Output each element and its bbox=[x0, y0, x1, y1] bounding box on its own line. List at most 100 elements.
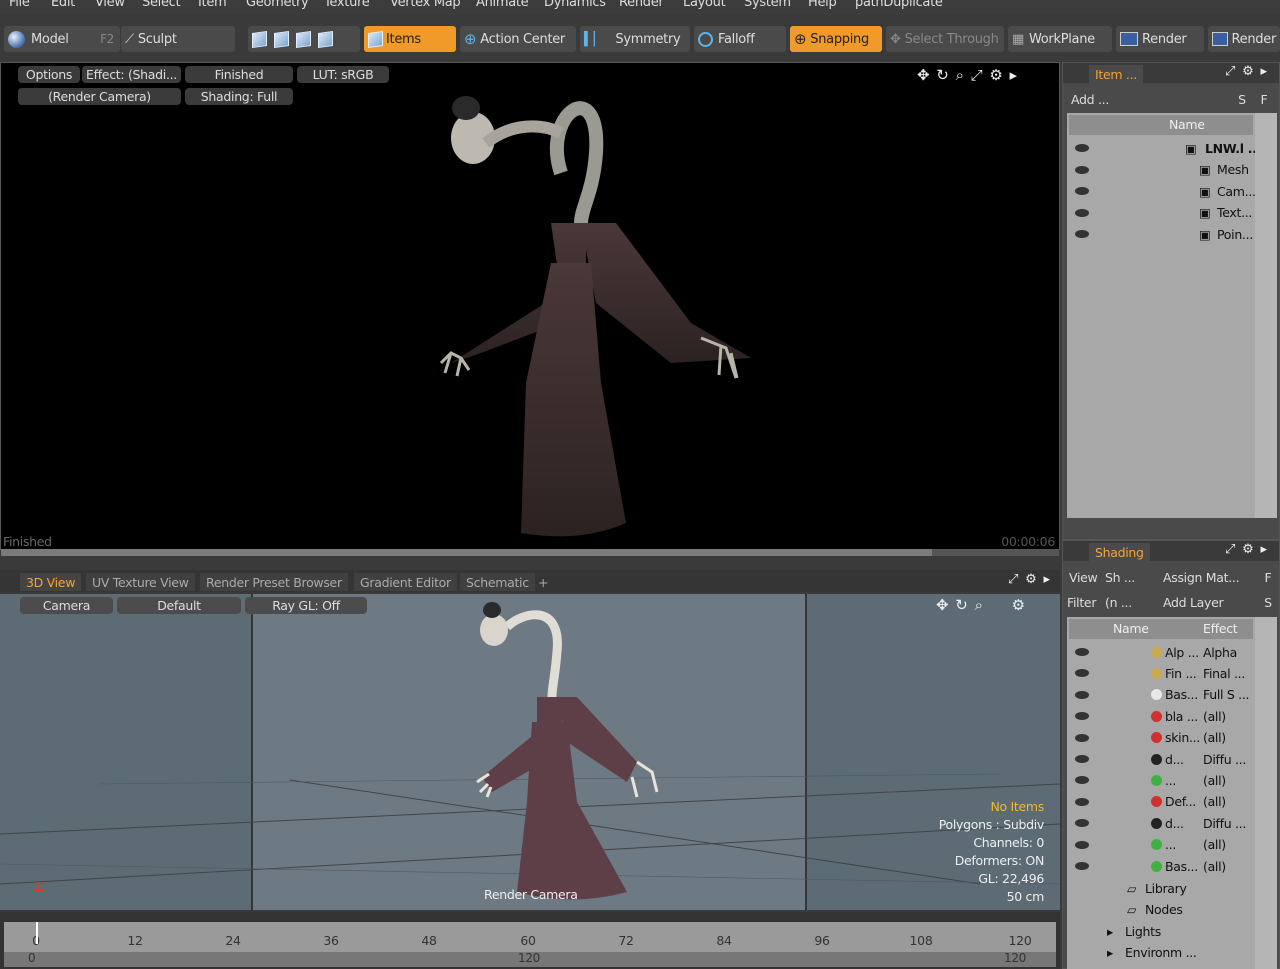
menu-system[interactable]: System bbox=[744, 0, 791, 10]
maximize-icon[interactable]: ⤢ bbox=[971, 66, 983, 84]
item-s-button[interactable]: S bbox=[1233, 89, 1251, 109]
visibility-eye-icon[interactable] bbox=[1075, 648, 1089, 656]
menu-view[interactable]: View bbox=[95, 0, 125, 10]
filter-dropdown[interactable]: (n ... bbox=[1101, 592, 1155, 612]
item-list[interactable]: Name ▣ LNW.l ... ▣ Mesh ▣ Cam... ▣ Text... ▣ Poin… bbox=[1067, 113, 1257, 518]
item-scrollbar[interactable] bbox=[1255, 113, 1277, 518]
menu-animate[interactable]: Animate bbox=[476, 0, 529, 10]
snapping-button[interactable]: ⊕ Snapping bbox=[790, 26, 882, 52]
visibility-eye-icon[interactable] bbox=[1075, 819, 1089, 828]
shader-row[interactable]: d... Diffu ... bbox=[1067, 812, 1255, 834]
render-button[interactable]: Render bbox=[1116, 26, 1204, 52]
raygl-dropdown[interactable]: Ray GL: Off bbox=[245, 597, 367, 614]
add-item-dropdown[interactable]: Add ... bbox=[1067, 89, 1145, 109]
shader-row[interactable]: d... Diffu ... bbox=[1067, 748, 1255, 770]
shading-folder[interactable]: ▸ Environm ... bbox=[1067, 942, 1255, 964]
falloff-button[interactable]: Falloff bbox=[694, 26, 786, 52]
item-panel-tab[interactable]: Item ... bbox=[1089, 65, 1143, 83]
item-gear-icon[interactable]: ⚙ bbox=[1242, 64, 1254, 79]
visibility-eye-icon[interactable] bbox=[1075, 208, 1089, 217]
play-icon[interactable]: ▸ bbox=[1010, 66, 1018, 84]
model-button[interactable]: Model F2 bbox=[4, 26, 120, 52]
menu-file[interactable]: File bbox=[9, 0, 30, 10]
shader-row[interactable]: skin... (all) bbox=[1067, 727, 1255, 749]
gear-icon[interactable]: ⚙ bbox=[989, 66, 1002, 84]
item-row[interactable]: ▣ Cam... bbox=[1067, 180, 1256, 202]
menu-vertex-map[interactable]: Vertex Map bbox=[390, 0, 461, 10]
render-window-button[interactable]: Render bbox=[1208, 26, 1280, 52]
menu-render[interactable]: Render bbox=[619, 0, 664, 10]
shader-row[interactable]: Def... (all) bbox=[1067, 791, 1255, 813]
visibility-eye-icon[interactable] bbox=[1075, 230, 1089, 238]
view-dropdown[interactable]: Sh ... bbox=[1101, 567, 1155, 587]
3d-gear-icon[interactable]: ⚙ bbox=[1012, 596, 1025, 614]
visibility-eye-icon[interactable] bbox=[1075, 733, 1089, 742]
item-row[interactable]: ▣ Mesh bbox=[1067, 159, 1255, 181]
menu-pathduplicate[interactable]: pathDuplicate bbox=[855, 0, 943, 10]
shading-expand-icon[interactable]: ⤢ bbox=[1225, 542, 1235, 557]
tab-gradient-editor[interactable]: Gradient Editor bbox=[354, 573, 457, 591]
shading-folder[interactable]: ▸ Lights bbox=[1067, 920, 1255, 942]
shading-f-button[interactable]: F bbox=[1259, 567, 1277, 587]
symmetry-button[interactable]: ▍▏ Symmetry bbox=[580, 26, 690, 52]
shading-list[interactable]: Name Effect Alp ... Alpha Fin ... Final ...… bbox=[1067, 617, 1255, 969]
menu-help[interactable]: Help bbox=[808, 0, 837, 10]
item-row[interactable]: ▣ Poin... bbox=[1067, 223, 1255, 245]
shader-row[interactable]: ... (all) bbox=[1067, 834, 1255, 856]
vertices-mode-icon[interactable] bbox=[252, 30, 267, 48]
visibility-eye-icon[interactable] bbox=[1075, 187, 1089, 195]
menu-item[interactable]: Item bbox=[198, 0, 227, 10]
camera-dropdown[interactable]: Camera bbox=[20, 597, 113, 614]
add-tab-button[interactable]: + bbox=[532, 573, 554, 591]
shader-row[interactable]: Bas... Full S ... bbox=[1067, 684, 1255, 706]
shading-scrollbar[interactable] bbox=[1255, 617, 1277, 969]
visibility-eye-icon[interactable] bbox=[1075, 776, 1089, 785]
tab-3d-view[interactable]: 3D View bbox=[20, 573, 82, 591]
render-options-button[interactable]: Options bbox=[18, 66, 80, 83]
add-layer-dropdown[interactable]: Add Layer bbox=[1159, 592, 1255, 612]
render-camera-dropdown[interactable]: (Render Camera) bbox=[18, 88, 181, 105]
rotate-icon[interactable]: ↻ bbox=[936, 66, 949, 84]
item-row[interactable]: ▣ Text... bbox=[1067, 202, 1255, 224]
pan-icon[interactable]: ✥ bbox=[917, 66, 930, 84]
tab-schematic[interactable]: Schematic bbox=[460, 573, 535, 591]
render-viewport[interactable]: Options Effect: (Shadi... Finished LUT: … bbox=[0, 62, 1060, 556]
range-bar[interactable]: 0 120 120 bbox=[4, 951, 1056, 967]
visibility-eye-icon[interactable] bbox=[1075, 755, 1089, 763]
item-arrow-icon[interactable]: ▸ bbox=[1260, 64, 1267, 79]
items-mode-button[interactable]: Items bbox=[364, 26, 456, 52]
tab-render-preset-browser[interactable]: Render Preset Browser bbox=[200, 573, 348, 591]
playhead[interactable] bbox=[36, 922, 38, 944]
item-expand-icon[interactable]: ⤢ bbox=[1225, 64, 1235, 79]
assign-material-button[interactable]: Assign Mat... bbox=[1159, 567, 1255, 587]
3d-viewport[interactable]: Camera Default Ray GL: Off ✥ ↻ ⌕ ⚙ No It… bbox=[0, 594, 1060, 910]
shading-folder[interactable]: ▱ Library bbox=[1067, 877, 1255, 899]
lut-dropdown[interactable]: LUT: sRGB bbox=[297, 66, 389, 83]
shading-panel-tab[interactable]: Shading bbox=[1089, 543, 1150, 561]
select-through-button[interactable]: ✥ Select Through bbox=[886, 26, 1004, 52]
menu-layout[interactable]: Layout bbox=[683, 0, 726, 10]
shading-folder[interactable]: ▱ Nodes bbox=[1067, 899, 1255, 921]
materials-mode-icon[interactable] bbox=[318, 30, 333, 48]
tab-arrow-icon[interactable]: ▸ bbox=[1043, 572, 1050, 587]
timeline[interactable]: 0 12 24 36 48 60 72 84 96 108 120 0 120 … bbox=[0, 912, 1060, 969]
shading-arrow-icon[interactable]: ▸ bbox=[1260, 542, 1267, 557]
polygons-mode-icon[interactable] bbox=[296, 30, 311, 48]
visibility-eye-icon[interactable] bbox=[1075, 144, 1089, 152]
visibility-eye-icon[interactable] bbox=[1075, 669, 1089, 678]
menu-dynamics[interactable]: Dynamics bbox=[544, 0, 606, 10]
zoom-icon[interactable]: ⌕ bbox=[956, 66, 964, 84]
visibility-eye-icon[interactable] bbox=[1075, 690, 1089, 699]
shading-s-button[interactable]: S bbox=[1259, 592, 1277, 612]
item-row[interactable]: ▣ LNW.l ... bbox=[1067, 137, 1257, 159]
shader-row[interactable]: bla ... (all) bbox=[1067, 705, 1255, 727]
visibility-eye-icon[interactable] bbox=[1075, 797, 1089, 806]
visibility-eye-icon[interactable] bbox=[1075, 840, 1089, 849]
shader-row[interactable]: Fin ... Final ... bbox=[1067, 662, 1255, 684]
tab-gear-icon[interactable]: ⚙ bbox=[1025, 572, 1037, 587]
shader-row[interactable]: ... (all) bbox=[1067, 769, 1255, 791]
3d-zoom-icon[interactable]: ⌕ bbox=[975, 596, 983, 614]
menu-edit[interactable]: Edit bbox=[51, 0, 75, 10]
menu-geometry[interactable]: Geometry bbox=[246, 0, 309, 10]
visibility-eye-icon[interactable] bbox=[1075, 862, 1089, 870]
